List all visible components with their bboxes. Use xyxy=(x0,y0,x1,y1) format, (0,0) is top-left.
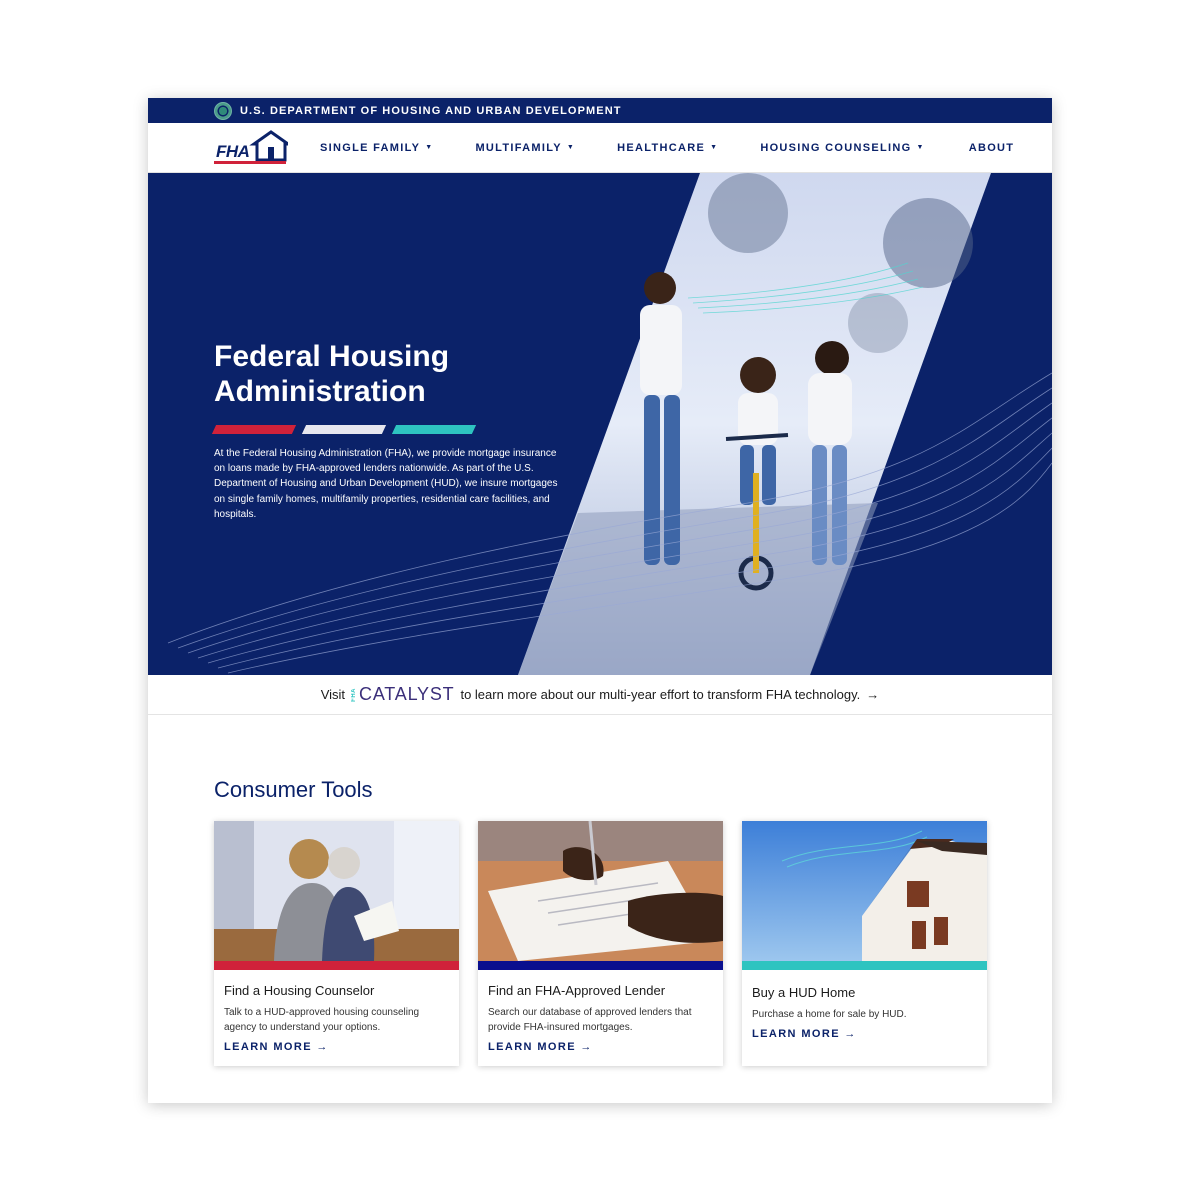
stripe-teal xyxy=(391,425,477,434)
nav-label: MULTIFAMILY xyxy=(475,141,562,154)
tool-cards: Find a Housing Counselor Talk to a HUD-a… xyxy=(214,821,987,1066)
learn-more-label: LEARN MORE xyxy=(752,1028,840,1040)
card-description: Talk to a HUD-approved housing counselin… xyxy=(224,1007,420,1033)
nav-label: SINGLE FAMILY xyxy=(320,141,421,154)
nav-single-family[interactable]: SINGLE FAMILY ▼ xyxy=(320,142,433,154)
caret-down-icon: ▼ xyxy=(566,144,576,151)
arrow-right-icon: → xyxy=(844,1028,857,1040)
catalyst-suffix: to learn more about our multi-year effor… xyxy=(460,687,861,702)
consumer-tools-section: Consumer Tools Find a Housing Counselor … xyxy=(148,715,1052,1066)
nav-healthcare[interactable]: HEALTHCARE ▼ xyxy=(617,142,718,154)
arrow-right-icon: → xyxy=(580,1041,593,1053)
fha-logo[interactable]: FHA xyxy=(214,129,293,166)
gov-banner-text: U.S. DEPARTMENT OF HOUSING AND URBAN DEV… xyxy=(240,104,622,117)
card-accent-bar xyxy=(478,961,723,970)
card-accent-bar xyxy=(214,961,459,970)
card-hud-home[interactable]: Buy a HUD Home Purchase a home for sale … xyxy=(742,821,987,1066)
card-title: Buy a HUD Home xyxy=(752,985,856,1000)
stripe-white xyxy=(301,425,387,434)
learn-more-link[interactable]: LEARN MORE → xyxy=(488,1041,713,1053)
logo-text: FHA xyxy=(216,141,250,161)
hero-title-line: Administration xyxy=(214,375,426,408)
catalyst-logo-word: CATALYST xyxy=(359,684,455,704)
arrow-right-icon: → xyxy=(316,1041,329,1053)
nav-label: HOUSING COUNSELING xyxy=(760,141,912,154)
card-accent-bar xyxy=(742,961,987,970)
nav-label: HEALTHCARE xyxy=(617,141,706,154)
brand-stripes xyxy=(211,425,559,434)
caret-down-icon: ▼ xyxy=(710,144,719,151)
main-nav: FHA SINGLE FAMILY ▼ MULTIFAMILY ▼ HEALTH… xyxy=(148,123,1052,173)
hero-content: Federal Housing Administration At the Fe… xyxy=(211,339,559,522)
fha-homepage: U.S. DEPARTMENT OF HOUSING AND URBAN DEV… xyxy=(148,98,1052,1103)
gov-banner: U.S. DEPARTMENT OF HOUSING AND URBAN DEV… xyxy=(148,98,1052,123)
caret-down-icon: ▼ xyxy=(916,144,925,151)
hero-title-line: Federal Housing xyxy=(214,340,450,373)
counselor-photo xyxy=(214,821,459,961)
card-approved-lender[interactable]: Find an FHA-Approved Lender Search our d… xyxy=(478,821,723,1066)
catalyst-logo-small: FHA xyxy=(351,687,358,702)
catalyst-link[interactable]: Visit FHA CATALYST to learn more about o… xyxy=(148,675,1052,715)
learn-more-label: LEARN MORE xyxy=(488,1041,576,1053)
card-housing-counselor[interactable]: Find a Housing Counselor Talk to a HUD-a… xyxy=(214,821,459,1066)
card-title: Find a Housing Counselor xyxy=(224,983,375,998)
nav-housing-counseling[interactable]: HOUSING COUNSELING ▼ xyxy=(760,142,924,154)
arrow-right-icon: → xyxy=(866,687,880,702)
section-title: Consumer Tools xyxy=(214,777,373,802)
learn-more-link[interactable]: LEARN MORE → xyxy=(752,1028,977,1040)
house-photo xyxy=(742,821,987,961)
learn-more-label: LEARN MORE xyxy=(224,1041,312,1053)
card-description: Purchase a home for sale by HUD. xyxy=(752,1009,907,1020)
signing-photo xyxy=(478,821,723,961)
hud-seal-icon xyxy=(214,101,232,120)
catalyst-prefix: Visit xyxy=(320,687,346,702)
hero-description: At the Federal Housing Administration (F… xyxy=(214,448,558,520)
card-title: Find an FHA-Approved Lender xyxy=(488,983,666,998)
stripe-red xyxy=(211,425,297,434)
learn-more-link[interactable]: LEARN MORE → xyxy=(224,1041,449,1053)
hero-banner: Federal Housing Administration At the Fe… xyxy=(148,173,1052,675)
hero-title: Federal Housing Administration xyxy=(214,339,559,409)
nav-label: ABOUT xyxy=(968,141,1015,154)
nav-multifamily[interactable]: MULTIFAMILY ▼ xyxy=(475,142,575,154)
catalyst-logo: FHA CATALYST xyxy=(351,684,454,705)
caret-down-icon: ▼ xyxy=(425,144,434,151)
card-description: Search our database of approved lenders … xyxy=(488,1007,692,1033)
nav-about[interactable]: ABOUT xyxy=(969,142,1015,154)
